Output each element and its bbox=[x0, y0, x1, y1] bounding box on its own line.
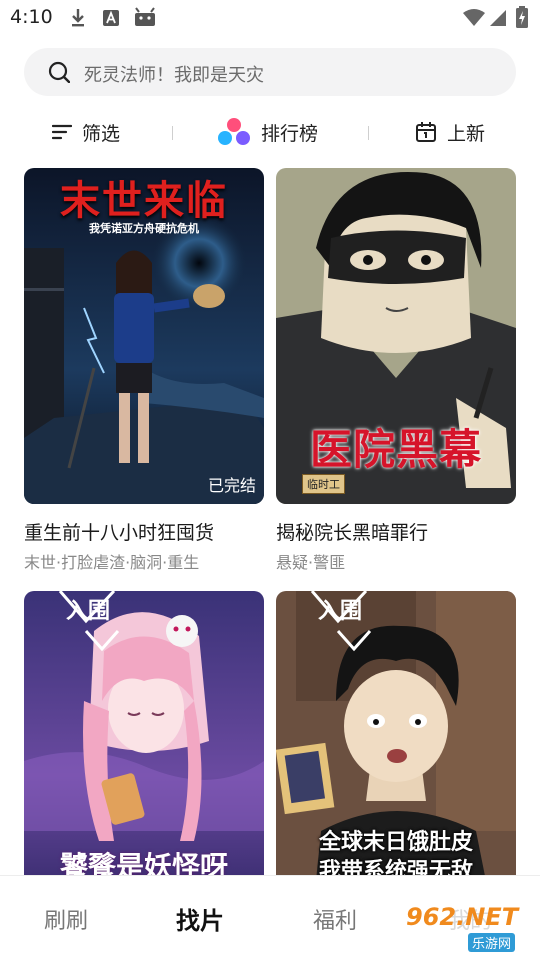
filter-row: 筛选 排行榜 上新 bbox=[0, 110, 540, 154]
drama-cover[interactable]: 入围 全球末日饿肚皮 我带系统强无敌 bbox=[276, 591, 516, 875]
cover-tag: 临时工 bbox=[302, 474, 345, 494]
status-bar: 4:10 bbox=[0, 0, 540, 36]
a-notification-icon bbox=[103, 10, 119, 26]
drama-card[interactable]: 医院黑幕 临时工 揭秘院长黑暗罪行 悬疑·警匪 bbox=[276, 168, 516, 578]
cover-title-line2: 我带系统强无敌 bbox=[318, 859, 473, 875]
drama-cover[interactable]: 入围 饕餮是妖怪呀 bbox=[24, 591, 264, 875]
filter-button[interactable]: 筛选 bbox=[52, 116, 120, 148]
shortlisted-ribbon: 入围 bbox=[318, 599, 363, 624]
completed-badge: 已完结 bbox=[207, 476, 256, 495]
nav-tab-shuashua[interactable]: 刷刷 bbox=[44, 903, 88, 935]
wifi-icon bbox=[463, 9, 485, 26]
filter-label: 筛选 bbox=[82, 122, 121, 145]
ranking-label: 排行榜 bbox=[261, 122, 319, 145]
site-watermark: 962.NET 乐游网 bbox=[400, 903, 532, 953]
download-icon bbox=[72, 9, 84, 27]
cover-title: 医院黑幕 bbox=[309, 425, 482, 474]
nav-tab-fuli[interactable]: 福利 bbox=[313, 903, 357, 935]
drama-card[interactable]: 末世来临 我凭诺亚方舟硬抗危机 已完结 重生前十八小时狂囤货 末世·打脸虐渣·脑… bbox=[24, 168, 264, 578]
new-label: 上新 bbox=[447, 122, 486, 145]
watermark-sub: 乐游网 bbox=[468, 933, 516, 952]
drama-card[interactable]: 入围 饕餮是妖怪呀 bbox=[24, 591, 264, 875]
watermark-brand: 962.NET bbox=[406, 903, 519, 931]
cover-art-fox-girl bbox=[24, 591, 264, 875]
drama-tags: 末世·打脸虐渣·脑洞·重生 bbox=[24, 553, 200, 572]
status-time: 4:10 bbox=[10, 6, 53, 28]
cover-title-line1: 全球末日饿肚皮 bbox=[318, 830, 473, 855]
signal-icon bbox=[490, 10, 506, 26]
drama-title: 重生前十八小时狂囤货 bbox=[24, 522, 215, 544]
filter-lines-icon bbox=[52, 124, 72, 140]
drama-cover[interactable]: 末世来临 我凭诺亚方舟硬抗危机 已完结 bbox=[24, 168, 264, 504]
cover-title: 末世来临 bbox=[60, 178, 228, 224]
battery-icon bbox=[516, 6, 528, 28]
shortlisted-ribbon: 入围 bbox=[66, 599, 111, 624]
drama-cover[interactable]: 医院黑幕 临时工 bbox=[276, 168, 516, 504]
calendar-icon bbox=[416, 122, 436, 142]
drama-card[interactable]: 入围 全球末日饿肚皮 我带系统强无敌 bbox=[276, 591, 516, 875]
android-icon bbox=[135, 7, 155, 26]
divider bbox=[368, 126, 369, 140]
search-placeholder: 死灵法师！我即是天灾 bbox=[84, 65, 264, 86]
search-icon bbox=[48, 61, 70, 83]
ranking-dots-icon bbox=[218, 118, 250, 145]
drama-title: 揭秘院长黑暗罪行 bbox=[276, 522, 429, 544]
nav-tab-zhaopian[interactable]: 找片 bbox=[176, 901, 224, 936]
ranking-button[interactable]: 排行榜 bbox=[217, 116, 318, 148]
cover-title: 饕餮是妖怪呀 bbox=[59, 850, 228, 875]
search-bar[interactable]: 死灵法师！我即是天灾 bbox=[24, 48, 516, 96]
divider bbox=[172, 126, 173, 140]
drama-tags: 悬疑·警匪 bbox=[276, 553, 346, 572]
new-releases-button[interactable]: 上新 bbox=[415, 116, 485, 148]
cover-subtitle: 我凭诺亚方舟硬抗危机 bbox=[89, 222, 199, 235]
